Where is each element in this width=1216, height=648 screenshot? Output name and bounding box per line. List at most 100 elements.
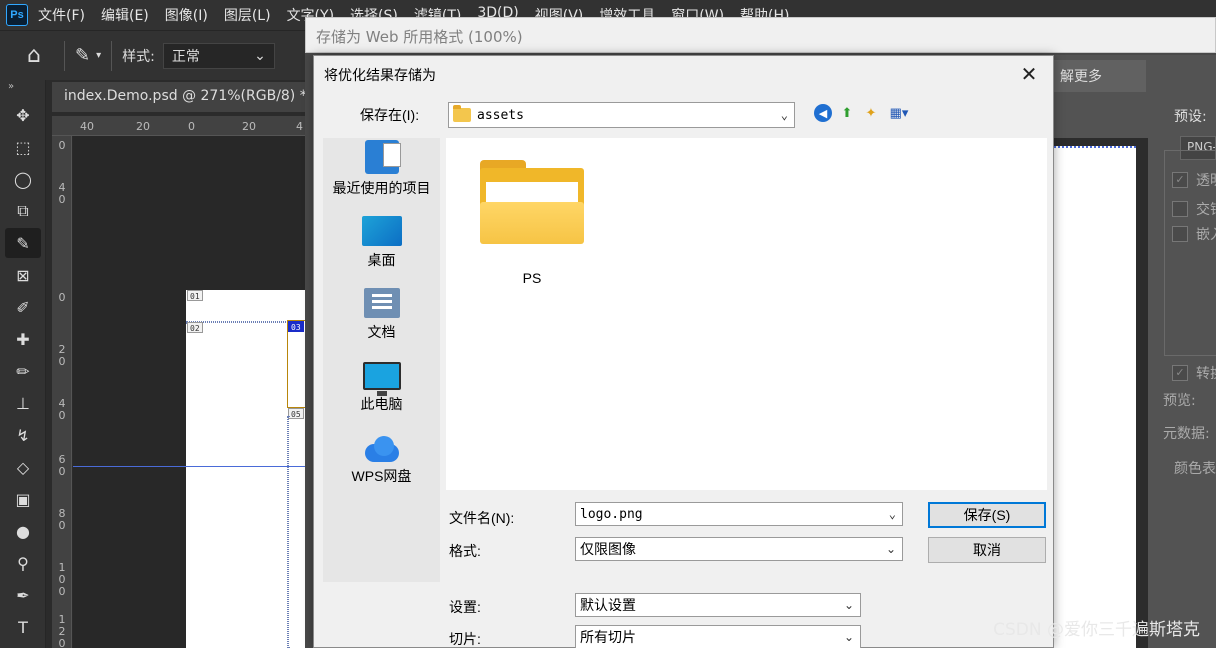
ruler-tick: 40 [80, 120, 94, 133]
this-pc-icon [362, 362, 401, 396]
chevron-down-icon: ⌄ [254, 47, 266, 64]
tools-panel: » ✥ ⬚ ◯ ⧉ ✎ ⊠ ✐ ✚ ✏ ⊥ ↯ ◇ ▣ ● ⚲ ✒ T [0, 80, 46, 648]
ruler-tick: 8 0 [58, 507, 66, 532]
slices-select[interactable]: 所有切片 ⌄ [575, 625, 861, 648]
chevron-down-icon: ⌄ [888, 507, 896, 521]
collapse-icon[interactable]: » [0, 80, 45, 98]
chevron-down-icon: ⌄ [843, 598, 854, 612]
move-tool-icon[interactable]: ✥ [5, 100, 41, 130]
healing-tool-icon[interactable]: ✚ [5, 324, 41, 354]
place-documents[interactable]: 文档 [323, 288, 440, 342]
slice-border [287, 416, 289, 648]
view-menu-icon[interactable]: ▦▾ [886, 104, 912, 122]
ruler-tick: 4 0 [58, 181, 66, 206]
settings-select[interactable]: 默认设置 ⌄ [575, 593, 861, 617]
place-wps-cloud[interactable]: WPS网盘 [323, 436, 440, 486]
marquee-tool-icon[interactable]: ⬚ [5, 132, 41, 162]
horizontal-guide[interactable] [73, 466, 308, 467]
filename-value: logo.png [580, 506, 643, 522]
slice-tool-icon[interactable]: ✎ [5, 228, 41, 258]
slice-tool-preset[interactable]: ✎ ▾ [75, 45, 101, 66]
checkbox-box [1172, 201, 1188, 217]
checkbox-label: 透明 [1196, 173, 1216, 189]
new-folder-icon[interactable]: ✦ [862, 104, 880, 122]
place-label: WPS网盘 [351, 468, 412, 484]
slice-tag-03[interactable]: 03 [288, 321, 304, 332]
home-icon[interactable]: ⌂ [14, 38, 54, 74]
transparency-checkbox[interactable]: ✓ 透明 [1172, 170, 1216, 190]
menu-layer[interactable]: 图层(L) [224, 5, 271, 25]
place-this-pc[interactable]: 此电脑 [323, 362, 440, 414]
format-label: 格式: [449, 543, 481, 559]
folder-icon[interactable] [480, 160, 584, 244]
slice-tag-05[interactable]: 05 [288, 408, 304, 419]
file-list[interactable]: PS [446, 138, 1047, 490]
eyedropper-tool-icon[interactable]: ✐ [5, 292, 41, 322]
frame-tool-icon[interactable]: ⊠ [5, 260, 41, 290]
ruler-tick: 20 [242, 120, 256, 133]
save-for-web-title: 存储为 Web 所用格式 (100%) [305, 17, 1216, 53]
canvas-area[interactable]: 01 02 03 05 [73, 136, 308, 648]
format-select[interactable]: 仅限图像 ⌄ [575, 537, 903, 561]
color-table-label: 颜色表 [1174, 461, 1216, 477]
pen-tool-icon[interactable]: ✒ [5, 580, 41, 610]
watermark: CSDN @爱你三千遍斯塔克 [993, 620, 1200, 640]
dodge-tool-icon[interactable]: ⚲ [5, 548, 41, 578]
interlaced-checkbox[interactable]: 交错 [1172, 199, 1216, 219]
save-in-combo[interactable]: assets ⌄ [448, 102, 795, 128]
gradient-tool-icon[interactable]: ▣ [5, 484, 41, 514]
ruler-tick: 2 0 [58, 343, 66, 368]
place-label: 桌面 [367, 252, 396, 268]
slice-tool-icon: ✎ [75, 45, 91, 66]
eraser-tool-icon[interactable]: ◇ [5, 452, 41, 482]
chevron-down-icon: ⌄ [843, 630, 854, 644]
convert-checkbox[interactable]: ✓ 转换 [1172, 363, 1216, 383]
settings-label: 设置: [449, 599, 481, 615]
cancel-button[interactable]: 取消 [928, 537, 1046, 563]
chevron-down-icon: ⌄ [780, 108, 788, 122]
save-button[interactable]: 保存(S) [928, 502, 1046, 528]
up-folder-icon[interactable]: ⬆ [838, 104, 856, 122]
document-tab[interactable]: index.Demo.psd @ 271%(RGB/8) * [52, 82, 308, 112]
filename-input[interactable]: logo.png ⌄ [575, 502, 903, 526]
back-icon[interactable]: ◀ [814, 104, 832, 122]
desktop-icon [361, 216, 402, 246]
horizontal-ruler: 40 20 0 20 4 [52, 116, 308, 136]
lasso-tool-icon[interactable]: ◯ [5, 164, 41, 194]
place-desktop[interactable]: 桌面 [323, 216, 440, 270]
slice-tag-01[interactable]: 01 [187, 290, 203, 301]
ruler-tick: 20 [136, 120, 150, 133]
place-label: 最近使用的项目 [332, 180, 431, 196]
checkbox-label: 嵌入 [1196, 227, 1216, 243]
type-tool-icon[interactable]: T [5, 612, 41, 642]
brush-tool-icon[interactable]: ✏ [5, 356, 41, 386]
menu-edit[interactable]: 编辑(E) [101, 5, 149, 25]
dialog-title: 将优化结果存储为 [324, 67, 436, 83]
vertical-ruler: 0 4 0 0 2 0 4 0 6 0 8 0 1 0 0 1 2 0 [52, 136, 72, 648]
history-brush-icon[interactable]: ↯ [5, 420, 41, 450]
embed-checkbox[interactable]: 嵌入 [1172, 224, 1216, 244]
preset-label: 预设: [1174, 109, 1207, 125]
checkbox-label: 交错 [1196, 202, 1216, 218]
close-icon[interactable]: ✕ [1015, 60, 1043, 88]
folder-icon [453, 105, 471, 122]
style-select[interactable]: 正常 ⌄ [162, 42, 275, 69]
settings-value: 默认设置 [580, 597, 636, 613]
recent-icon [364, 140, 401, 174]
chevron-down-icon: ⌄ [885, 542, 896, 556]
ruler-tick: 0 [58, 291, 66, 304]
folder-name[interactable]: PS [480, 270, 584, 286]
object-select-tool-icon[interactable]: ⧉ [5, 196, 41, 226]
menu-file[interactable]: 文件(F) [38, 5, 85, 25]
save-in-label: 保存在(I): [360, 107, 420, 123]
style-value: 正常 [171, 48, 200, 65]
slice-tag-02[interactable]: 02 [187, 322, 203, 333]
ruler-tick: 4 [296, 120, 303, 133]
ruler-tick: 1 0 0 [58, 561, 66, 598]
menu-image[interactable]: 图像(I) [165, 5, 208, 25]
learn-more-button[interactable]: 解更多 [1054, 60, 1146, 92]
save-in-value: assets [477, 107, 524, 123]
place-recent[interactable]: 最近使用的项目 [323, 140, 440, 198]
stamp-tool-icon[interactable]: ⊥ [5, 388, 41, 418]
blur-tool-icon[interactable]: ● [5, 516, 41, 546]
